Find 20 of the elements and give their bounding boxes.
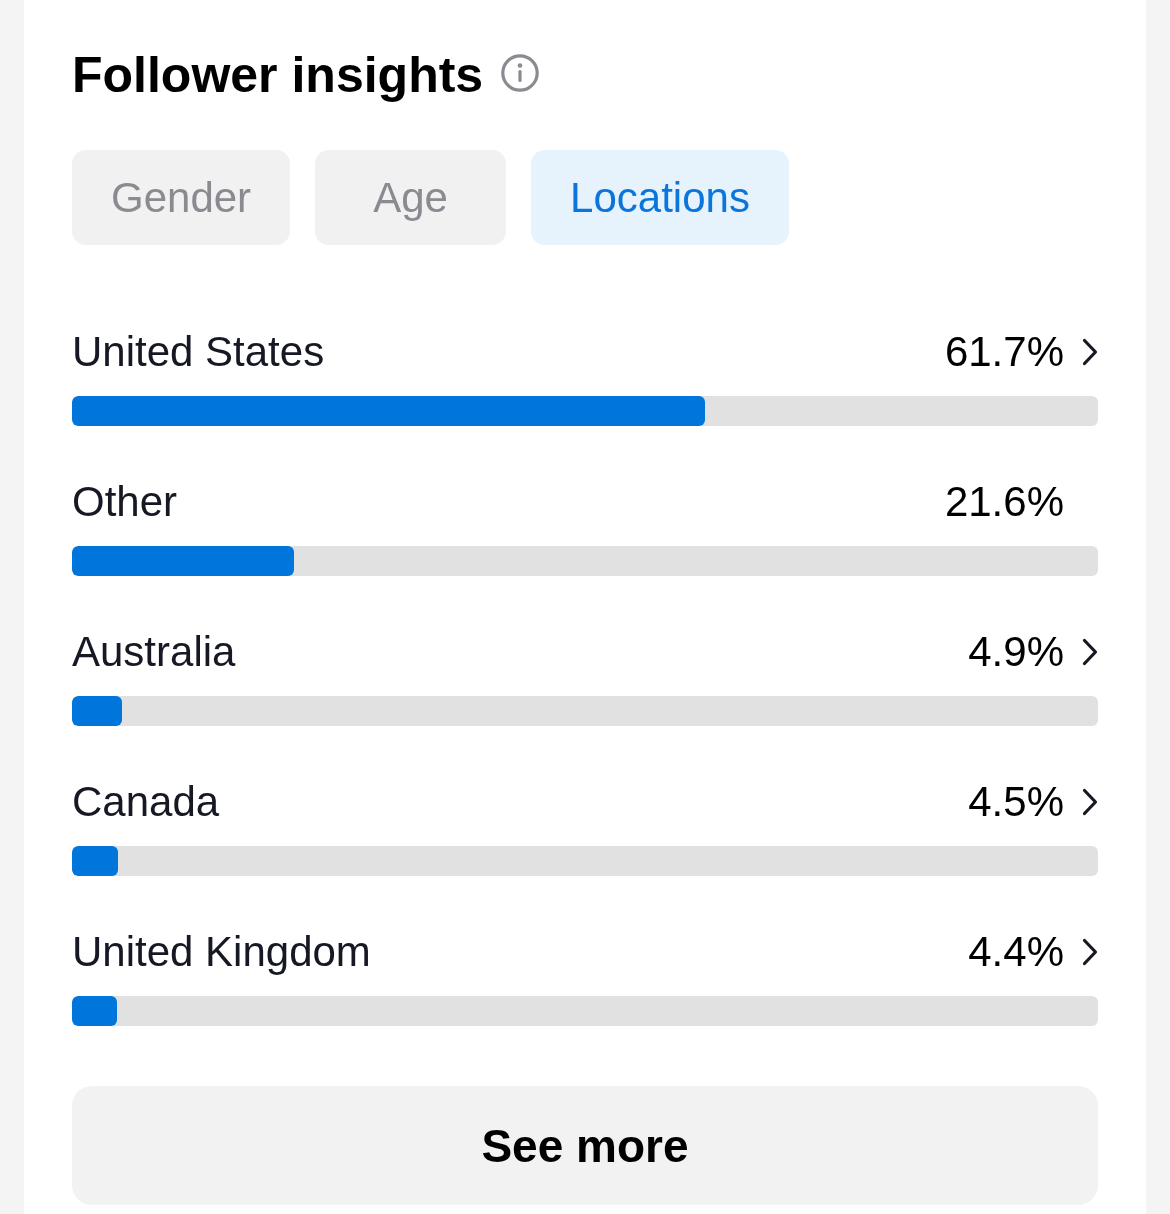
section-title: Follower insights [72,46,484,105]
location-percent: 61.7% [944,327,1064,377]
info-icon[interactable] [501,54,540,92]
filter-tab[interactable]: Locations [531,150,789,245]
location-percent: 4.4% [968,927,1064,977]
filter-tab[interactable]: Age [315,150,507,245]
location-percent: 21.6% [944,477,1064,527]
chevron-right-icon[interactable] [1082,638,1098,666]
see-more-button[interactable]: See more [72,1086,1098,1205]
location-percent: 4.9% [968,627,1064,677]
chevron-right-icon[interactable] [1082,788,1098,816]
chevron-right-icon[interactable] [1082,338,1098,366]
filter-tab[interactable]: Gender [72,150,291,245]
location-percent: 4.5% [968,777,1064,827]
location-name: Australia [72,627,237,677]
location-name: Canada [72,777,221,827]
location-name: United States [72,327,326,377]
location-name: United Kingdom [72,927,372,977]
chevron-right-icon[interactable] [1082,938,1098,966]
location-name: Other [72,477,179,527]
